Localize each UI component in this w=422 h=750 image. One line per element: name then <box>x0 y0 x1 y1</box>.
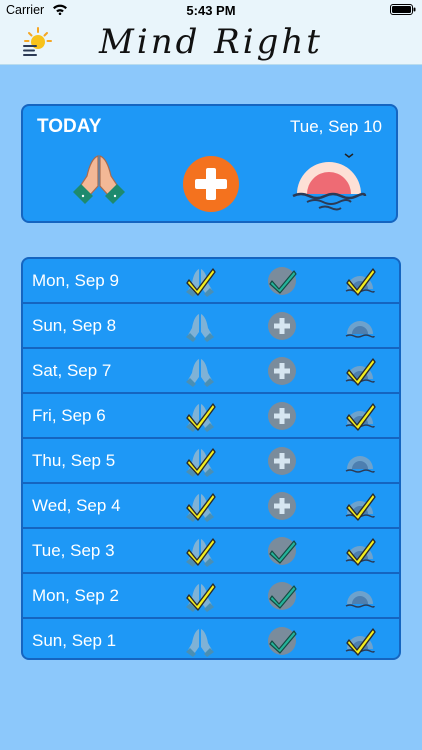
history-row[interactable]: Mon, Sep 2 <box>23 574 399 617</box>
sunrise-icon <box>292 153 367 211</box>
sunrise-status[interactable] <box>344 310 376 342</box>
prayer-status[interactable] <box>184 310 216 342</box>
add-icon <box>268 357 296 385</box>
sunrise-button[interactable] <box>291 152 367 217</box>
history-row[interactable]: Sun, Sep 8 <box>23 304 399 347</box>
sunrise-status[interactable] <box>344 355 376 387</box>
check-icon <box>186 403 216 431</box>
action-status[interactable] <box>266 400 298 432</box>
history-row-date: Fri, Sep 6 <box>32 406 106 425</box>
sunrise-icon <box>345 321 375 338</box>
navigation-bar: Mind Right <box>0 20 422 65</box>
check-icon <box>269 540 297 564</box>
sunrise-status[interactable] <box>344 265 376 297</box>
today-label: TODAY <box>37 116 102 137</box>
action-status[interactable] <box>266 580 298 612</box>
today-date: Tue, Sep 10 <box>290 117 382 136</box>
sunrise-icon <box>345 456 375 473</box>
check-icon <box>186 583 216 611</box>
history-row-date: Wed, Sep 4 <box>32 496 121 515</box>
prayer-status[interactable] <box>184 580 216 612</box>
history-row[interactable]: Thu, Sep 5 <box>23 439 399 482</box>
sunrise-status[interactable] <box>344 445 376 477</box>
prayer-status[interactable] <box>184 490 216 522</box>
add-icon <box>268 447 296 475</box>
action-status[interactable] <box>266 265 298 297</box>
check-icon <box>346 628 376 656</box>
history-row-date: Mon, Sep 2 <box>32 586 119 605</box>
prayer-status[interactable] <box>184 535 216 567</box>
add-entry-button[interactable] <box>182 155 240 218</box>
prayer-status[interactable] <box>184 400 216 432</box>
clock: 5:43 PM <box>186 3 236 18</box>
praying-hands-icon <box>73 155 125 204</box>
check-icon <box>269 630 297 654</box>
history-row-date: Sun, Sep 8 <box>32 316 117 335</box>
check-icon <box>269 270 297 294</box>
prayer-status[interactable] <box>184 265 216 297</box>
check-icon <box>269 585 297 609</box>
sunrise-status[interactable] <box>344 400 376 432</box>
check-icon <box>346 358 376 386</box>
status-bar: Carrier 5:43 PM <box>0 0 422 20</box>
sunrise-status[interactable] <box>344 580 376 612</box>
history-row[interactable]: Mon, Sep 9 <box>23 259 399 302</box>
add-icon <box>268 492 296 520</box>
sunrise-icon <box>345 591 375 608</box>
check-icon <box>346 493 376 521</box>
sunrise-status[interactable] <box>344 625 376 657</box>
action-status[interactable] <box>266 490 298 522</box>
add-icon <box>268 402 296 430</box>
check-icon <box>186 268 216 296</box>
history-row-date: Thu, Sep 5 <box>32 451 116 470</box>
history-row-date: Mon, Sep 9 <box>32 271 119 290</box>
add-icon <box>268 312 296 340</box>
add-icon <box>183 156 239 212</box>
action-status[interactable] <box>266 445 298 477</box>
battery-icon <box>390 4 416 15</box>
praying-hands-icon <box>186 314 214 342</box>
history-row-date: Tue, Sep 3 <box>32 541 115 560</box>
prayer-status[interactable] <box>184 625 216 657</box>
check-icon <box>186 493 216 521</box>
history-row[interactable]: Tue, Sep 3 <box>23 529 399 572</box>
history-row[interactable]: Fri, Sep 6 <box>23 394 399 437</box>
prayer-button[interactable] <box>67 150 131 215</box>
check-icon <box>346 538 376 566</box>
prayer-status[interactable] <box>184 355 216 387</box>
history-list: Mon, Sep 9 Sun, Sep 8 Sat, Sep 7 Fri, Sep 6… <box>21 257 401 660</box>
sunrise-status[interactable] <box>344 490 376 522</box>
history-row-date: Sun, Sep 1 <box>32 631 117 650</box>
praying-hands-icon <box>186 629 214 657</box>
app-title: Mind Right <box>99 22 323 62</box>
action-status[interactable] <box>266 535 298 567</box>
check-icon <box>346 403 376 431</box>
check-icon <box>186 538 216 566</box>
action-status[interactable] <box>266 355 298 387</box>
history-row-date: Sat, Sep 7 <box>32 361 112 380</box>
sunrise-status[interactable] <box>344 535 376 567</box>
action-status[interactable] <box>266 310 298 342</box>
action-status[interactable] <box>266 625 298 657</box>
check-icon <box>186 448 216 476</box>
prayer-status[interactable] <box>184 445 216 477</box>
history-row[interactable]: Sat, Sep 7 <box>23 349 399 392</box>
praying-hands-icon <box>186 359 214 387</box>
history-row[interactable]: Wed, Sep 4 <box>23 484 399 527</box>
history-row[interactable]: Sun, Sep 1 <box>23 619 399 658</box>
today-card: TODAY Tue, Sep 10 <box>21 104 398 223</box>
check-icon <box>346 268 376 296</box>
